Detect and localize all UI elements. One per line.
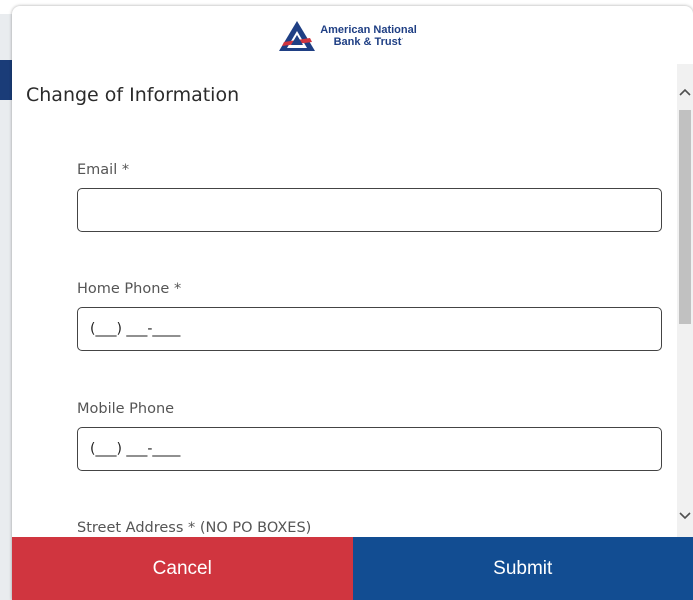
form-title: Change of Information	[26, 84, 240, 106]
email-field[interactable]	[77, 188, 662, 232]
home-phone-label: Home Phone *	[77, 281, 182, 297]
mobile-phone-field[interactable]	[77, 427, 662, 471]
chevron-down-icon[interactable]	[677, 508, 693, 524]
cancel-button[interactable]: Cancel	[12, 537, 353, 600]
bank-name: American National Bank & Trust˙	[320, 24, 417, 48]
change-of-information-modal: American National Bank & Trust˙ Change o…	[12, 6, 693, 600]
form-scroll-region[interactable]: Change of Information Email * Home Phone…	[12, 64, 677, 537]
chevron-up-icon[interactable]	[677, 84, 693, 100]
trademark-mark: ˙	[401, 39, 404, 45]
submit-button[interactable]: Submit	[352, 537, 693, 600]
bank-name-line2: Bank & Trust	[333, 36, 402, 48]
bank-name-line1: American National	[320, 24, 417, 36]
form-scrollbar[interactable]	[677, 64, 693, 537]
modal-footer: Cancel Submit	[12, 537, 693, 600]
street-address-label: Street Address * (NO PO BOXES)	[77, 520, 312, 536]
home-phone-field[interactable]	[77, 307, 662, 351]
backdrop-nav-edge	[0, 60, 12, 100]
scrollbar-thumb[interactable]	[679, 110, 691, 324]
mobile-phone-label: Mobile Phone	[77, 401, 175, 417]
email-label: Email *	[77, 162, 130, 178]
bank-logo: American National Bank & Trust˙	[278, 20, 417, 52]
modal-header: American National Bank & Trust˙	[12, 6, 693, 64]
bank-logo-icon	[279, 21, 316, 51]
